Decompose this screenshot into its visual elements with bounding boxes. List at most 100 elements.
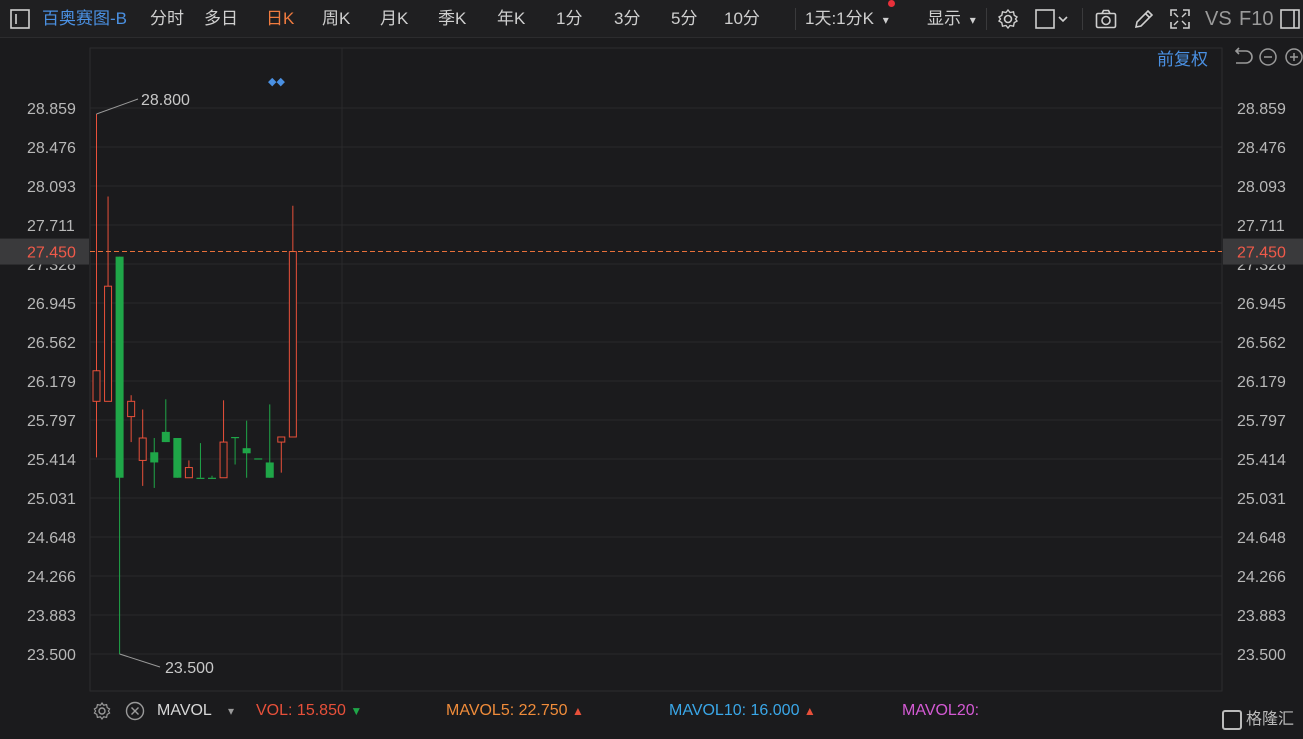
candle-body — [161, 431, 170, 443]
vs-compare-button[interactable]: VS — [1205, 0, 1232, 38]
display-menu[interactable]: 显示 ▾ — [927, 0, 976, 38]
chart-annotations: 28.800 23.500 ◆◆ — [90, 75, 1222, 677]
current-price-label: 27.450 — [27, 245, 76, 262]
candle-body — [92, 370, 101, 402]
left-tick-label: 26.562 — [27, 335, 76, 352]
event-markers: ◆◆ — [268, 75, 285, 88]
chevron-down-icon: ▾ — [882, 13, 889, 27]
tab-period-10min[interactable]: 10分 — [724, 0, 760, 38]
candle-body — [173, 438, 182, 478]
logo-mark-icon — [1222, 709, 1242, 730]
current-price-label: 27.450 — [1237, 245, 1286, 262]
brand-logo: 格隆汇 — [1222, 708, 1294, 732]
tab-period-multiday[interactable]: 多日 — [204, 0, 238, 38]
logo-text: 格隆汇 — [1246, 711, 1295, 728]
candle-body — [265, 462, 274, 478]
left-tick-label: 26.179 — [27, 374, 76, 391]
mavol5-label: MAVOL5: — [446, 702, 515, 719]
tab-period-weekly-k[interactable]: 周K — [322, 0, 350, 38]
candle-body — [184, 467, 193, 479]
right-tick-label: 25.414 — [1237, 452, 1286, 469]
candle-body — [104, 285, 113, 402]
plot-frame — [89, 47, 1223, 692]
stock-title: 百奥赛图-B — [42, 9, 127, 28]
left-tick-label: 26.945 — [27, 296, 76, 313]
layout-select-icon[interactable] — [1034, 7, 1072, 31]
f10-button[interactable]: F10 — [1239, 0, 1273, 38]
tab-period-daily-k[interactable]: 日K — [266, 0, 294, 38]
right-tick-label: 28.093 — [1237, 179, 1286, 196]
mavol5-readout: MAVOL5: 22.750 ▲ — [446, 695, 584, 727]
candle-body — [150, 452, 159, 463]
candle-body — [127, 400, 136, 418]
camera-icon[interactable] — [1094, 7, 1118, 31]
left-price-axis: 28.85928.47628.09327.71127.32826.94526.5… — [0, 101, 89, 664]
interval-select-value: 1天:1分K — [805, 9, 874, 28]
indicator-name[interactable]: MAVOL — [157, 695, 212, 727]
mavol10-value: 16.000 — [750, 702, 800, 719]
toolbar: 百奥赛图-B 分时 多日 日K 周K 月K 季K 年K 1分 3分 5分 10分… — [0, 0, 1303, 38]
vol-label: VOL: — [256, 702, 293, 719]
sidebar-toggle-icon[interactable] — [8, 7, 32, 31]
left-tick-label: 25.414 — [27, 452, 76, 469]
settings-gear-icon[interactable] — [996, 7, 1020, 31]
left-tick-label: 28.859 — [27, 101, 76, 118]
mavol10-readout: MAVOL10: 16.000 ▲ — [669, 695, 816, 727]
candle-body — [138, 437, 147, 461]
right-tick-label: 23.500 — [1237, 647, 1286, 664]
tab-period-yearly-k[interactable]: 年K — [497, 0, 525, 38]
left-tick-label: 24.266 — [27, 569, 76, 586]
mavol10-label: MAVOL10: — [669, 702, 747, 719]
left-tick-label: 25.797 — [27, 413, 76, 430]
right-tick-label: 24.266 — [1237, 569, 1286, 586]
volume-indicator-bar: MAVOL ▾ VOL: 15.850 ▼ MAVOL5: 22.750 ▲ M… — [90, 695, 1303, 727]
right-tick-label: 26.562 — [1237, 335, 1286, 352]
display-menu-label: 显示 — [927, 9, 961, 28]
notification-dot — [888, 0, 895, 7]
tab-period-5min[interactable]: 5分 — [671, 0, 697, 38]
indicator-close-icon[interactable] — [125, 701, 145, 733]
candle-body — [254, 458, 263, 460]
chevron-down-icon: ▾ — [969, 13, 976, 27]
tab-period-fenshi[interactable]: 分时 — [150, 0, 184, 38]
candle-body — [115, 256, 124, 478]
candles-group — [92, 114, 297, 654]
right-tick-label: 28.859 — [1237, 101, 1286, 118]
right-tick-label: 26.945 — [1237, 296, 1286, 313]
candle-body — [196, 477, 205, 479]
chevron-down-icon[interactable]: ▾ — [228, 695, 234, 727]
tab-period-quarterly-k[interactable]: 季K — [438, 0, 466, 38]
left-tick-label: 25.031 — [27, 491, 76, 508]
panel-toggle-icon[interactable] — [1278, 7, 1302, 31]
candlestick-chart[interactable]: 28.85928.47628.09327.71127.32826.94526.5… — [0, 38, 1303, 693]
candle-body — [277, 436, 286, 443]
pencil-icon[interactable] — [1132, 7, 1156, 31]
left-tick-label: 28.093 — [27, 179, 76, 196]
tab-period-3min[interactable]: 3分 — [614, 0, 640, 38]
left-tick-label: 27.711 — [27, 218, 75, 235]
indicator-settings-gear-icon[interactable] — [92, 701, 112, 733]
toolbar-divider — [1082, 8, 1083, 30]
right-tick-label: 27.711 — [1237, 218, 1285, 235]
toolbar-divider — [986, 8, 987, 30]
right-tick-label: 25.031 — [1237, 491, 1286, 508]
tab-period-1min[interactable]: 1分 — [556, 0, 582, 38]
interval-select[interactable]: 1天:1分K ▾ — [805, 0, 889, 38]
right-tick-label: 25.797 — [1237, 413, 1286, 430]
left-tick-label: 23.500 — [27, 647, 76, 664]
toolbar-divider — [795, 8, 796, 30]
high-marker-leader — [96, 98, 139, 115]
fullscreen-icon[interactable] — [1168, 7, 1192, 31]
tab-period-monthly-k[interactable]: 月K — [380, 0, 408, 38]
right-tick-label: 24.648 — [1237, 530, 1286, 547]
left-tick-label: 24.648 — [27, 530, 76, 547]
right-tick-label: 28.476 — [1237, 140, 1286, 157]
vol-value: 15.850 — [296, 702, 346, 719]
candle-body — [288, 251, 297, 438]
mavol5-value: 22.750 — [518, 702, 568, 719]
vol-readout: VOL: 15.850 ▼ — [256, 695, 362, 727]
right-price-axis: 28.85928.47628.09327.71127.32826.94526.5… — [1223, 101, 1303, 664]
left-tick-label: 23.883 — [27, 608, 76, 625]
right-tick-label: 26.179 — [1237, 374, 1286, 391]
candle-body — [208, 477, 216, 479]
